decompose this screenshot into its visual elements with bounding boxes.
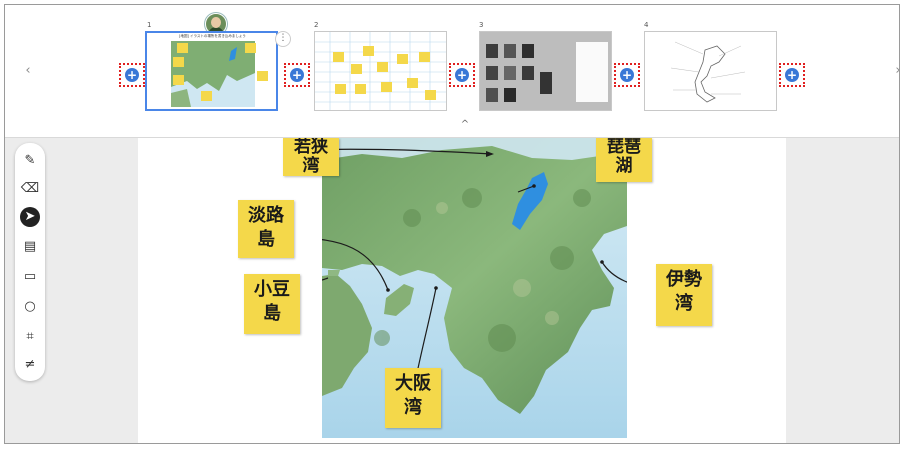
thumbnail-sticky	[173, 57, 184, 67]
portrait-image	[522, 66, 534, 80]
avatar-face-icon	[211, 17, 221, 28]
portrait-image	[486, 44, 498, 58]
portrait-image	[540, 72, 552, 94]
add-slide-button[interactable]: +	[614, 63, 640, 87]
slide-thumbnail-1[interactable]: [地図] イラストの場所を書き込みましょう	[145, 31, 278, 111]
thumbnail-sticky	[407, 78, 418, 88]
thumbnail-sticky	[425, 90, 436, 100]
plus-icon: +	[455, 68, 469, 82]
thumbnail-sticky	[397, 54, 408, 64]
portrait-image	[504, 66, 516, 80]
thumbnail-sticky	[245, 43, 256, 53]
slide-thumbnail-2[interactable]	[314, 31, 447, 111]
add-slide-button[interactable]: +	[449, 63, 475, 87]
sticky-note-awaji[interactable]: 淡路 島	[238, 200, 294, 258]
image-icon[interactable]: ▭	[20, 267, 40, 287]
slide-number: 1	[147, 21, 152, 29]
prev-slides-button[interactable]: ‹	[21, 63, 35, 79]
add-slide-button[interactable]: +	[284, 63, 310, 87]
sticky-note-wakasa[interactable]: 若狭 湾	[283, 138, 339, 176]
thumbnail-sticky	[335, 84, 346, 94]
slide-more-button[interactable]: ⋮	[275, 31, 291, 47]
thumbnail-sticky	[419, 52, 430, 62]
sticky-note-icon[interactable]: ▤	[20, 237, 40, 257]
shape-icon[interactable]: ○	[20, 297, 40, 317]
sticky-note-ise[interactable]: 伊勢 湾	[656, 264, 712, 326]
eraser-icon[interactable]: ⌫	[20, 179, 40, 199]
add-slide-button[interactable]: +	[119, 63, 145, 87]
plus-icon: +	[290, 68, 304, 82]
sticky-note-biwa[interactable]: 琵琶 湖	[596, 138, 652, 182]
portrait-image	[486, 88, 498, 102]
portrait-image	[486, 66, 498, 80]
app-window: ‹ › 1 2 3 4 [地図] イラストの場所を書き込みましょう ⋮	[4, 4, 900, 444]
text-box-icon[interactable]: ⌗	[20, 327, 40, 347]
relief-map	[322, 138, 627, 438]
thumbnail-text-panel	[576, 42, 608, 102]
next-slides-button[interactable]: ›	[891, 63, 899, 79]
thumbnail-outline-map	[670, 41, 746, 103]
slide-thumbnail-3[interactable]	[479, 31, 612, 111]
whiteboard-canvas[interactable]: 若狭 湾 琵琶 湖 淡路 島 小豆 島 大阪 湾 伊勢 湾	[138, 138, 786, 443]
thumbnail-sticky	[333, 52, 344, 62]
slide-strip: ‹ › 1 2 3 4 [地図] イラストの場所を書き込みましょう ⋮	[5, 5, 899, 138]
plus-icon: +	[125, 68, 139, 82]
plus-icon: +	[785, 68, 799, 82]
add-slide-button[interactable]: +	[779, 63, 805, 87]
collapse-strip-button[interactable]: ^	[458, 119, 472, 131]
thumbnail-sticky	[355, 84, 366, 94]
cursor-icon[interactable]: ➤	[20, 207, 40, 227]
thumbnail-sticky	[377, 62, 388, 72]
thumbnail-sticky	[173, 75, 184, 85]
thumbnail-sticky	[177, 43, 188, 53]
plus-icon: +	[620, 68, 634, 82]
slide-thumbnail-4[interactable]	[644, 31, 777, 111]
thumbnail-sticky	[363, 46, 374, 56]
sticky-note-osaka[interactable]: 大阪 湾	[385, 368, 441, 428]
slide-number: 2	[314, 21, 319, 29]
tool-palette: ✎ ⌫ ➤ ▤ ▭ ○ ⌗ ≠	[15, 143, 45, 381]
laser-pointer-icon[interactable]: ≠	[20, 355, 40, 375]
thumbnail-sticky	[201, 91, 212, 101]
portrait-image	[522, 44, 534, 58]
thumbnail-sticky	[257, 71, 268, 81]
portrait-image	[504, 88, 516, 102]
slide-number: 3	[479, 21, 484, 29]
pen-icon[interactable]: ✎	[20, 151, 40, 171]
thumbnail-sticky	[381, 82, 392, 92]
slide-number: 4	[644, 21, 649, 29]
sticky-note-shodo[interactable]: 小豆 島	[244, 274, 300, 334]
portrait-image	[504, 44, 516, 58]
thumbnail-sticky	[351, 64, 362, 74]
